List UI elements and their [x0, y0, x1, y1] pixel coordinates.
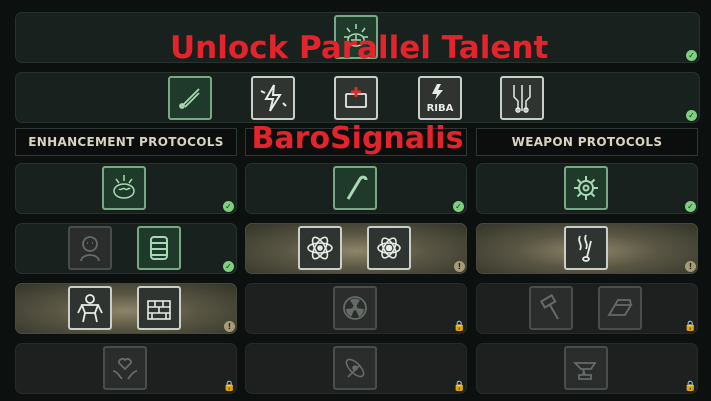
enhancement-tier3-panel: !	[15, 283, 237, 334]
locked-padlock-icon: 🔒	[453, 320, 466, 332]
lightning-icon[interactable]	[251, 76, 295, 120]
radiation-icon[interactable]	[333, 286, 377, 330]
scalpel-icon[interactable]	[168, 76, 212, 120]
enhancement-tier4-panel: 🔒	[15, 343, 237, 394]
zombie-face-icon[interactable]	[68, 226, 112, 270]
enhancement-tier1-panel: ✓	[15, 163, 237, 214]
weapon-tier4-panel: 🔒	[476, 343, 698, 394]
unlocked-check-icon: ✓	[453, 201, 464, 212]
medkit-icon[interactable]	[334, 76, 378, 120]
weapon-tier1-panel: ✓	[476, 163, 698, 214]
locked-padlock-icon: 🔒	[684, 380, 697, 392]
overlay-subtitle: BaroSignalis	[251, 121, 464, 156]
enhancement-protocols-header: ENHANCEMENT PROTOCOLS	[15, 128, 237, 156]
brick-wall-icon[interactable]	[137, 286, 181, 330]
available-warning-icon: !	[685, 261, 696, 272]
middle-tier1-panel: ✓	[245, 163, 467, 214]
atom-wrench-icon[interactable]	[333, 346, 377, 390]
locked-padlock-icon: 🔒	[684, 320, 697, 332]
middle-tier2-panel: !	[245, 223, 467, 274]
atom-icon[interactable]	[298, 226, 342, 270]
unlocked-check-icon: ✓	[685, 201, 696, 212]
ingot-icon[interactable]	[598, 286, 642, 330]
circuit-icon[interactable]	[500, 76, 544, 120]
fire-tongs-icon[interactable]	[564, 226, 608, 270]
available-warning-icon: !	[224, 321, 235, 332]
overlay-title: Unlock Parallel Talent	[170, 30, 549, 66]
muscular-body-icon[interactable]	[68, 286, 112, 330]
locked-padlock-icon: 🔒	[223, 380, 236, 392]
gear-icon[interactable]	[564, 166, 608, 210]
unlocked-check-icon: ✓	[686, 110, 697, 121]
anvil-icon[interactable]	[564, 346, 608, 390]
unlocked-check-icon: ✓	[686, 50, 697, 61]
heart-hands-icon[interactable]	[103, 346, 147, 390]
unlocked-check-icon: ✓	[223, 261, 234, 272]
locked-padlock-icon: 🔒	[453, 380, 466, 392]
hammer-strike-icon[interactable]	[529, 286, 573, 330]
riba-label: RIBA	[427, 103, 454, 114]
middle-tier3-panel: 🔒	[245, 283, 467, 334]
riba-badge-icon[interactable]: RIBA	[418, 76, 462, 120]
weapon-protocols-header: WEAPON PROTOCOLS	[476, 128, 698, 156]
bandaged-arm-icon[interactable]	[137, 226, 181, 270]
shared-talent-panel: RIBA ✓	[15, 72, 700, 123]
atom-burst-icon[interactable]	[367, 226, 411, 270]
weapon-tier2-panel: !	[476, 223, 698, 274]
enhancement-tier2-panel: ✓	[15, 223, 237, 274]
weapon-tier3-panel: 🔒	[476, 283, 698, 334]
brain-icon[interactable]	[102, 166, 146, 210]
unlocked-check-icon: ✓	[223, 201, 234, 212]
crowbar-icon[interactable]	[333, 166, 377, 210]
available-warning-icon: !	[454, 261, 465, 272]
middle-tier4-panel: 🔒	[245, 343, 467, 394]
